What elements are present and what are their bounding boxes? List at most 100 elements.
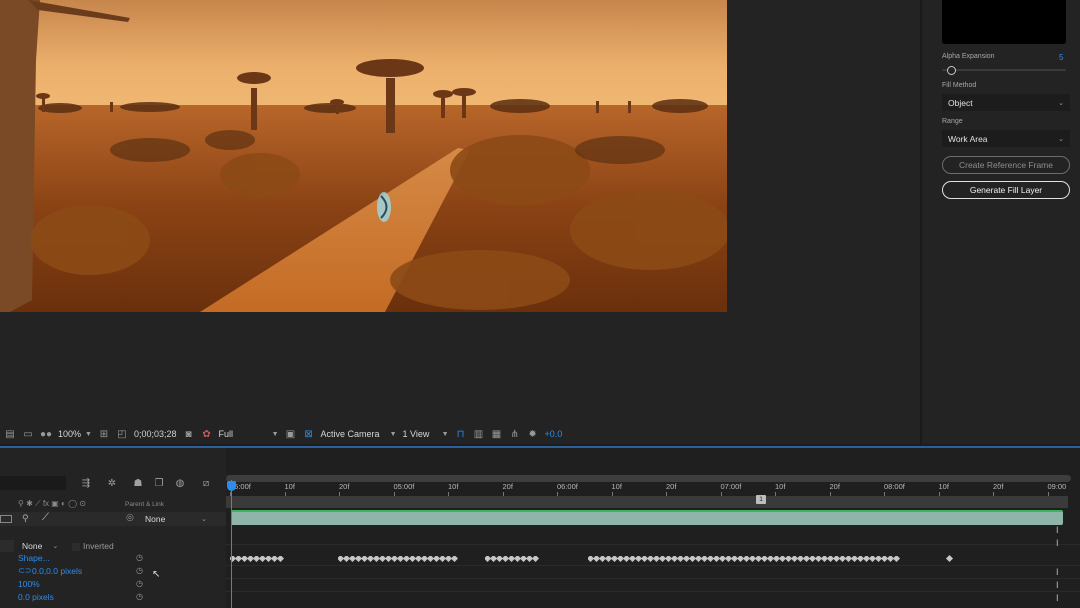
zoom-value: 100% [58,429,82,439]
view-layout-dropdown[interactable]: 1 View ▼ [403,429,449,439]
time-ruler[interactable]: 05:00f 10f 20f 05:00f 10f 20f 06:00f 10f 20f 07:0… [226,482,1080,496]
ruler-tick-label: 05:00f [393,482,415,491]
mask-feather-row: ⊂⊃ 0.0,0.0 pixels ◷ ↖ [0,566,226,580]
camera-value: Active Camera [320,429,380,439]
alpha-expansion-slider-knob[interactable] [947,66,957,75]
color-icon[interactable]: ✿ [201,429,213,440]
transparency-grid-icon[interactable]: ⊠ [303,429,315,440]
fill-method-select[interactable]: Object ⌄ [942,94,1070,111]
pickwhip-icon[interactable]: ◎ [126,512,134,523]
composition-viewer[interactable]: ▤ ▭ ●● 100% ▼ ⊞ ◰ 0;00;03;28 ◙ ✿ Full ▼ … [0,0,920,444]
quality-switch-icon[interactable]: ⟋ [42,512,49,523]
keyframe-run[interactable] [588,556,904,562]
ruler-tick-label: 20f [502,482,513,491]
mask-path-row: Shape... ◷ [0,553,226,565]
layer-controls: ⇶ ✲ ☗ ❐ ◍ ⧄ ⚲ ✱ ⟋ fx ▣ ◐ ◯ ⊙ Parent & Li… [0,448,226,608]
range-select[interactable]: Work Area ⌄ [942,130,1070,147]
mask-expansion-value[interactable]: 0.0 pixels [18,592,54,602]
keyframe-end-icon: I [1056,580,1059,590]
ruler-tick-label: 08:00f [884,482,905,491]
inverted-checkbox[interactable] [72,543,80,551]
toggle-pixel-icon[interactable]: ▥ [473,429,485,440]
keyframe-run[interactable] [485,556,544,562]
ruler-tick-label: 10f [284,482,295,491]
range-label: Range [942,118,963,125]
roto-mask-outline [377,192,391,222]
keyframe-diamond[interactable] [276,556,284,562]
camera-icon[interactable]: ◙ [183,429,195,440]
current-timecode[interactable]: 0;00;03;28 [134,429,177,439]
timeline-tracks[interactable]: 05:00f 10f 20f 05:00f 10f 20f 06:00f 10f 20f 07:0… [226,448,1080,608]
timeline-panel: ⇶ ✲ ☗ ❐ ◍ ⧄ ⚲ ✱ ⟋ fx ▣ ◐ ◯ ⊙ Parent & Li… [0,446,1080,608]
keyframe-end-icon: I [1056,525,1059,535]
mask-color-swatch[interactable] [0,540,14,552]
settings-icon[interactable]: ✹ [527,429,539,440]
parent-link-header: Parent & Link [125,501,165,508]
flowchart-icon[interactable]: ⋔ [509,429,521,440]
timeline-icon[interactable]: ▦ [491,429,503,440]
parent-select[interactable]: None ⌄ [141,512,211,526]
region-icon[interactable]: ◰ [116,429,128,440]
alpha-expansion-slider[interactable] [942,69,1066,71]
ruler-tick-label: 20f [666,482,677,491]
shy-layers-icon[interactable]: ☗ [132,477,144,489]
region-of-interest-icon[interactable]: ▣ [285,429,297,440]
keyframe-end-icon: I [1056,593,1059,603]
composition-frame[interactable] [0,0,727,312]
exposure-value[interactable]: +0.0 [545,429,563,439]
camera-dropdown[interactable]: Active Camera ▼ [321,429,397,439]
chevron-down-icon: ⌄ [52,543,59,550]
link-icon[interactable]: ⊂⊃ [18,566,31,575]
keyframe-diamond[interactable] [892,556,901,562]
stopwatch-icon[interactable]: ◷ [136,553,143,562]
snapshot-icon[interactable]: ▤ [4,429,16,440]
layer-duration-bar[interactable] [231,510,1063,525]
keyframe-end-icon: I [1056,567,1059,577]
3d-ground-icon[interactable]: ⊓ [455,429,467,440]
playhead-handle[interactable] [227,481,236,491]
keyframe-diamond[interactable] [531,556,540,562]
comp-marker[interactable]: 1 [756,495,766,504]
mask-opacity-value[interactable]: 100% [18,579,40,589]
zoom-dropdown[interactable]: 100% ▼ [58,429,92,439]
timeline-search-input[interactable] [0,476,66,490]
range-value: Work Area [948,133,988,144]
mask-feather-value[interactable]: 0.0,0.0 pixels [32,566,82,576]
frame-blending-icon[interactable]: ❐ [153,477,165,489]
work-area-bar[interactable] [226,475,1071,482]
display-icon[interactable]: ▭ [22,429,34,440]
stopwatch-icon[interactable]: ◷ [136,579,143,588]
mask-icon[interactable]: ●● [40,429,52,440]
keyframe-diamond[interactable] [450,556,458,562]
motion-blur-icon[interactable]: ◍ [174,477,186,489]
ruler-tick-label: 20f [339,482,350,491]
mask-path-value[interactable]: Shape... [18,553,50,563]
keyframe-diamond[interactable] [945,554,954,563]
generate-fill-layer-button[interactable]: Generate Fill Layer [942,181,1070,199]
layer-label-color[interactable] [0,515,12,523]
keyframe-run[interactable] [338,556,458,562]
fill-method-value: Object [948,97,973,108]
draft-3d-icon[interactable]: ✲ [106,477,118,489]
ruler-tick-label: 10f [611,482,622,491]
create-reference-frame-button[interactable]: Create Reference Frame [942,156,1070,174]
resolution-dropdown[interactable]: Full ▼ [219,429,279,439]
graph-editor-icon[interactable]: ⧄ [200,477,212,489]
alpha-expansion-value[interactable]: 5 [1059,53,1063,62]
chevron-down-icon: ⌄ [1058,135,1064,143]
time-navigator[interactable] [226,496,1068,508]
video-frame-image [0,0,727,312]
mask-mode-row: None ⌄ Inverted [0,540,226,552]
ruler-tick-label: 06:00f [557,482,578,491]
stopwatch-icon[interactable]: ◷ [136,566,143,575]
viewer-toolbar: ▤ ▭ ●● 100% ▼ ⊞ ◰ 0;00;03;28 ◙ ✿ Full ▼ … [0,424,920,444]
playhead-line[interactable] [231,480,232,608]
stopwatch-icon[interactable]: ◷ [136,592,143,601]
keyframe-run[interactable] [230,556,284,562]
chevron-down-icon: ⌄ [201,516,207,523]
comp-flowchart-icon[interactable]: ⇶ [80,477,92,489]
mask-mode-value: None [22,541,43,551]
shy-switch-icon[interactable]: ⚲ [22,513,29,524]
grid-icon[interactable]: ⊞ [98,429,110,440]
mask-mode-select[interactable]: None ⌄ [22,541,58,551]
